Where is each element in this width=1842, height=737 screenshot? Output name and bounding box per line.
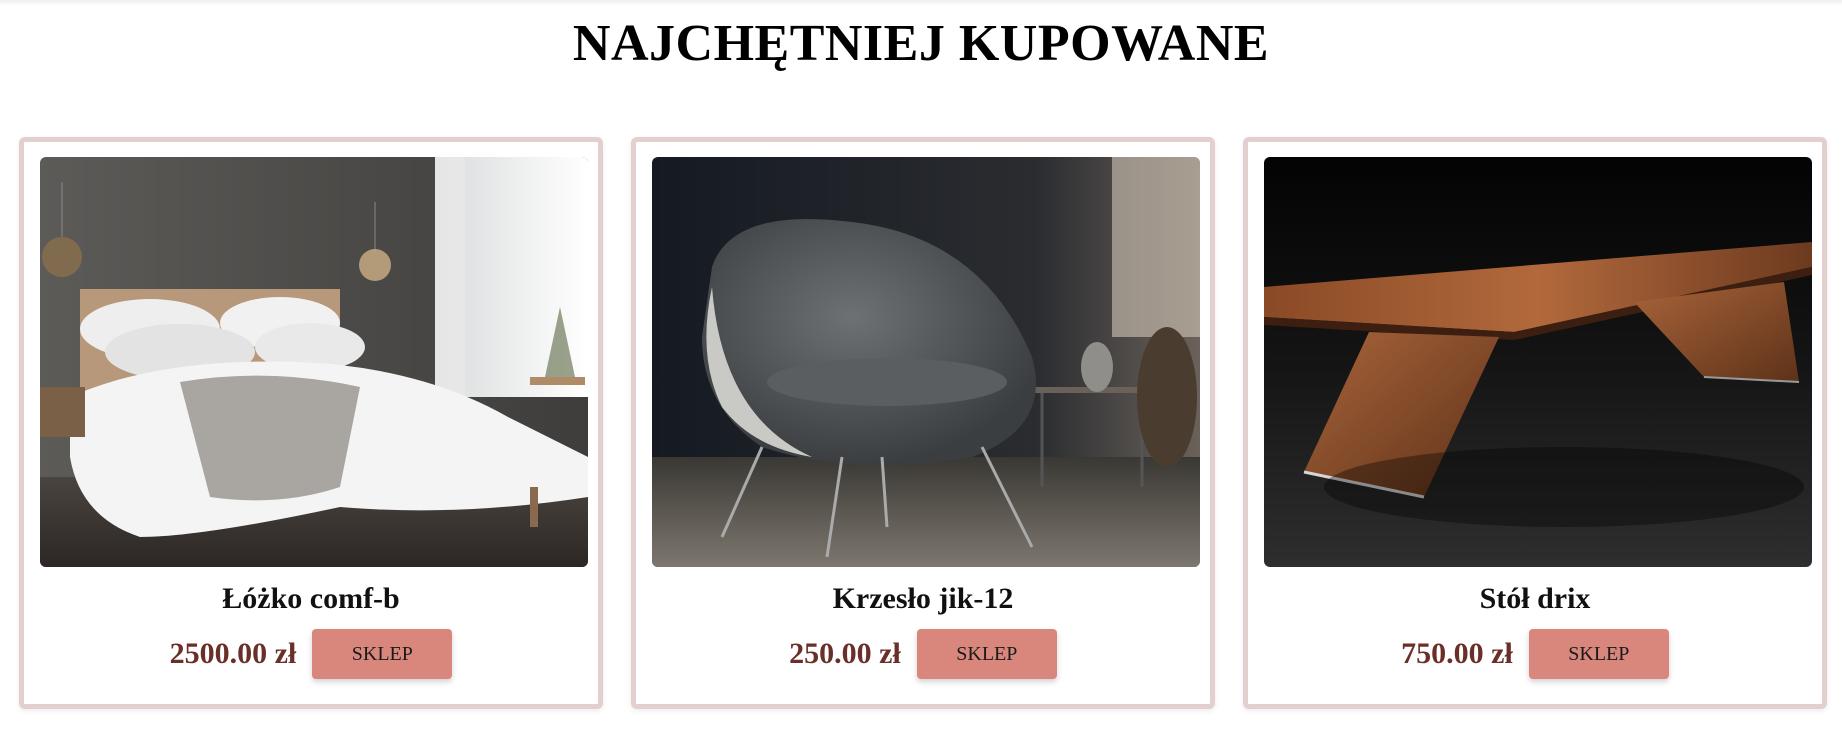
price-row: 250.00 zł SKLEP <box>636 629 1210 679</box>
price-row: 2500.00 zł SKLEP <box>24 629 598 679</box>
page-title: NAJCHĘTNIEJ KUPOWANE <box>572 15 1270 72</box>
shop-button[interactable]: SKLEP <box>916 629 1057 679</box>
product-image-chair[interactable] <box>652 157 1200 567</box>
top-bar-shadow <box>0 0 1842 6</box>
chair-image <box>652 157 1200 567</box>
product-image-bed[interactable] <box>40 157 588 567</box>
product-price: 250.00 zł <box>789 637 901 670</box>
product-card: Łóżko comf-b 2500.00 zł SKLEP <box>19 137 603 709</box>
product-card: Stół drix 750.00 zł SKLEP <box>1243 137 1827 709</box>
table-image <box>1264 157 1812 567</box>
product-price: 2500.00 zł <box>169 637 297 670</box>
product-name: Stół drix <box>1479 582 1591 615</box>
product-name: Krzesło jik-12 <box>832 582 1014 615</box>
bed-image <box>40 157 588 567</box>
price-row: 750.00 zł SKLEP <box>1248 629 1822 679</box>
product-card: Krzesło jik-12 250.00 zł SKLEP <box>631 137 1215 709</box>
product-image-table[interactable] <box>1264 157 1812 567</box>
shop-button[interactable]: SKLEP <box>312 629 453 679</box>
product-name: Łóżko comf-b <box>222 582 400 615</box>
shop-button[interactable]: SKLEP <box>1528 629 1669 679</box>
product-price: 750.00 zł <box>1401 637 1513 670</box>
